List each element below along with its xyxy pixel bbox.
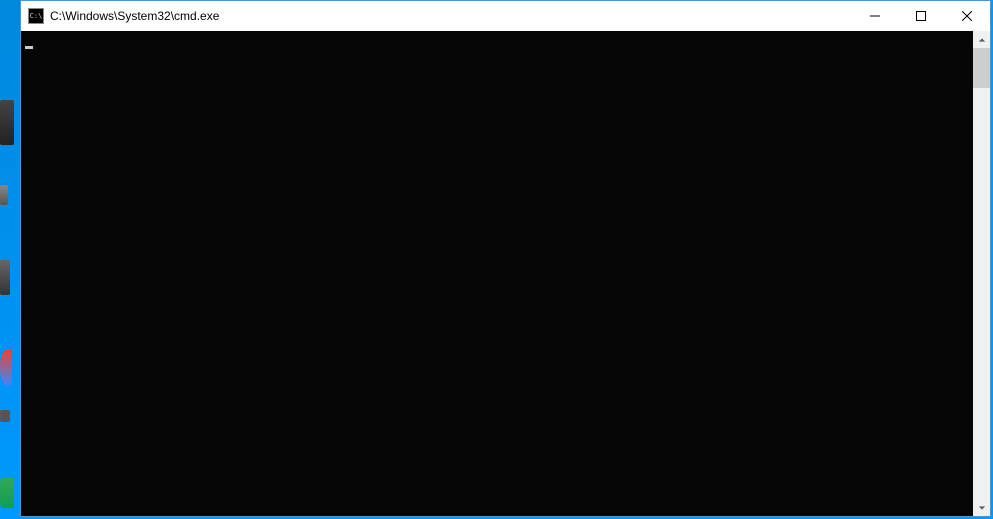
maximize-icon — [916, 11, 926, 21]
scroll-up-button[interactable] — [973, 31, 990, 48]
client-area — [21, 31, 990, 516]
cmd-window: C:\ C:\Windows\System32\cmd.exe — [20, 0, 991, 517]
maximize-button[interactable] — [898, 1, 944, 31]
desktop-icon-fragment — [0, 185, 8, 205]
desktop-icon-fragment — [0, 260, 10, 295]
minimize-button[interactable] — [852, 1, 898, 31]
terminal-cursor — [25, 46, 33, 49]
cmd-icon: C:\ — [28, 8, 44, 24]
close-icon — [962, 11, 972, 21]
window-title: C:\Windows\System32\cmd.exe — [50, 9, 852, 23]
terminal-output[interactable] — [21, 31, 973, 516]
desktop-icon-fragment — [0, 350, 12, 385]
vertical-scrollbar[interactable] — [973, 31, 990, 516]
scrollbar-thumb[interactable] — [973, 48, 990, 88]
titlebar[interactable]: C:\ C:\Windows\System32\cmd.exe — [21, 1, 990, 31]
cmd-icon-text: C:\ — [30, 13, 43, 20]
desktop-icon-fragment — [0, 478, 14, 508]
desktop-background-edge — [0, 0, 20, 519]
chevron-down-icon — [978, 504, 986, 512]
minimize-icon — [870, 11, 880, 21]
scrollbar-track[interactable] — [973, 48, 990, 499]
desktop-icon-fragment — [0, 100, 14, 145]
chevron-up-icon — [978, 36, 986, 44]
scroll-down-button[interactable] — [973, 499, 990, 516]
close-button[interactable] — [944, 1, 990, 31]
desktop-icon-fragment — [0, 410, 10, 422]
window-controls — [852, 1, 990, 31]
